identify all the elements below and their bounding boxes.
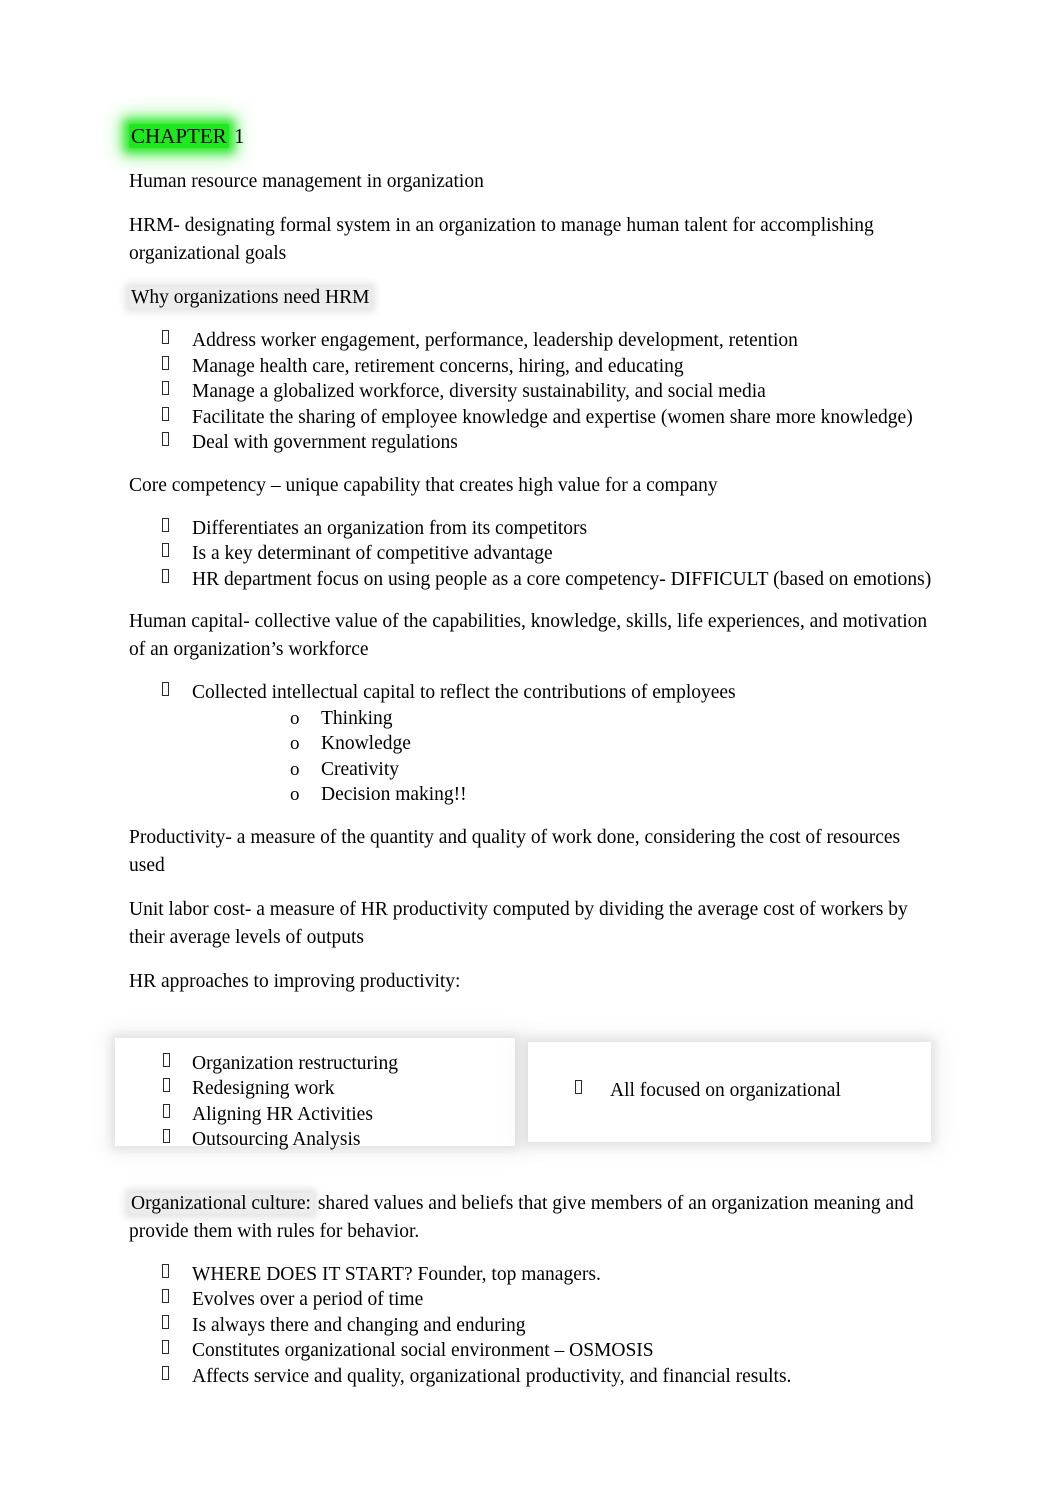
sub-list-item: o Creativity [192, 757, 939, 783]
list-item: Affects service and quality, organizatio… [129, 1364, 939, 1390]
square-bullet-icon [575, 1079, 582, 1094]
square-bullet-icon [163, 1078, 170, 1092]
hr-approaches-left-box: Organization restructuring Redesigning w… [115, 1037, 515, 1150]
document-page: CHAPTER 1 Human resource management in o… [0, 0, 1062, 1506]
square-bullet-icon [162, 406, 169, 421]
list-item-label: HR department focus on using people as a… [192, 568, 932, 590]
organizational-culture-list: WHERE DOES IT START? Founder, top manage… [129, 1262, 939, 1390]
list-item: Constitutes organizational social enviro… [129, 1338, 939, 1364]
list-item: Is a key determinant of competitive adva… [129, 541, 939, 567]
organizational-culture-definition: Organizational culture: shared values an… [129, 1190, 939, 1246]
hr-approaches-heading: HR approaches to improving productivity: [129, 970, 461, 992]
productivity-definition: Productivity- a measure of the quantity … [129, 826, 901, 876]
sub-list-item-label: Decision making!! [321, 784, 467, 805]
page-title: CHAPTER 1 [129, 122, 939, 150]
list-item: Manage health care, retirement concerns,… [129, 354, 939, 380]
list-item: Organization restructuring [115, 1051, 515, 1077]
sub-list-item-label: Creativity [321, 758, 399, 780]
human-capital-sublist: o Thinking o Knowledge o Creativity o De… [192, 706, 939, 808]
chapter-number: 1 [228, 124, 245, 148]
list-item-label: Is always there and changing and endurin… [192, 1314, 526, 1336]
list-item-label: Manage a globalized workforce, diversity… [192, 381, 766, 402]
list-item-label: Outsourcing Analysis [192, 1129, 361, 1150]
hr-approaches-left-list: Organization restructuring Redesigning w… [115, 1038, 515, 1153]
list-item-label: Is a key determinant of competitive adva… [192, 543, 553, 564]
unit-labor-cost-definition: Unit labor cost- a measure of HR product… [129, 898, 908, 948]
list-item-label: Deal with government regulations [192, 432, 458, 453]
square-bullet-icon [163, 1052, 170, 1067]
list-item: WHERE DOES IT START? Founder, top manage… [129, 1262, 939, 1288]
list-item: Redesigning work [115, 1076, 515, 1102]
hr-approaches-box-row: Organization restructuring Redesigning w… [115, 1037, 931, 1150]
list-item-label: Address worker engagement, performance, … [192, 330, 798, 351]
why-hrm-list: Address worker engagement, performance, … [129, 328, 939, 456]
core-competency-definition: Core competency – unique capability that… [129, 474, 718, 496]
list-item-label: Affects service and quality, organizatio… [192, 1365, 792, 1387]
list-item-label: Evolves over a period of time [192, 1289, 424, 1310]
list-item: Differentiates an organization from its … [129, 516, 939, 542]
square-bullet-icon [162, 1340, 169, 1354]
sub-list-item-label: Knowledge [321, 733, 411, 754]
list-item-label: Differentiates an organization from its … [192, 517, 588, 539]
circle-bullet-icon: o [290, 784, 300, 805]
chapter-title-highlight: CHAPTER [129, 124, 229, 148]
square-bullet-icon [162, 381, 169, 395]
list-item: HR department focus on using people as a… [129, 567, 939, 593]
square-bullet-icon [162, 1289, 169, 1303]
list-item-label: Organization restructuring [192, 1052, 398, 1074]
circle-bullet-icon: o [290, 707, 300, 729]
why-hrm-heading-highlight: Why organizations need HRM [129, 287, 372, 308]
sub-list-item: o Knowledge [192, 731, 939, 757]
document-body: CHAPTER 1 Human resource management in o… [115, 122, 939, 1405]
square-bullet-icon [162, 543, 169, 557]
square-bullet-icon [163, 1129, 170, 1143]
list-item-label: Manage health care, retirement concerns,… [192, 355, 684, 377]
square-bullet-icon [162, 568, 169, 583]
list-item-label: Collected intellectual capital to reflec… [192, 682, 736, 703]
why-hrm-heading: Why organizations need HRM [129, 284, 939, 312]
list-item: Evolves over a period of time [129, 1287, 939, 1313]
organizational-culture-label-highlight: Organizational culture: [129, 1192, 313, 1214]
square-bullet-icon [162, 432, 169, 446]
sub-list-item-label: Thinking [321, 707, 393, 729]
hr-approaches-right-box: All focused on organizational [528, 1041, 931, 1142]
square-bullet-icon [162, 682, 169, 696]
circle-bullet-icon: o [290, 733, 300, 754]
list-item: Manage a globalized workforce, diversity… [129, 379, 939, 405]
sub-list-item: o Decision making!! [192, 782, 939, 808]
square-bullet-icon [162, 1263, 169, 1278]
sub-list-item: o Thinking [192, 706, 939, 732]
core-competency-list: Differentiates an organization from its … [129, 516, 939, 593]
hrm-definition: HRM- designating formal system in an org… [129, 215, 874, 264]
list-item: Outsourcing Analysis [115, 1127, 515, 1153]
list-item: All focused on organizational [528, 1078, 931, 1104]
list-item: Is always there and changing and endurin… [129, 1313, 939, 1339]
circle-bullet-icon: o [290, 758, 300, 780]
list-item: Deal with government regulations [129, 430, 939, 456]
list-item-label: All focused on organizational [610, 1079, 841, 1101]
list-item: Collected intellectual capital to reflec… [129, 680, 939, 808]
list-item-label: Aligning HR Activities [192, 1103, 373, 1125]
subtitle-line: Human resource management in organizatio… [129, 171, 484, 192]
list-item-label: WHERE DOES IT START? Founder, top manage… [192, 1263, 601, 1285]
square-bullet-icon [162, 517, 169, 532]
square-bullet-icon [162, 1365, 169, 1380]
human-capital-list: Collected intellectual capital to reflec… [129, 680, 939, 808]
list-item-label: Constitutes organizational social enviro… [192, 1340, 654, 1361]
list-item: Address worker engagement, performance, … [129, 328, 939, 354]
square-bullet-icon [162, 330, 169, 344]
list-item-label: Facilitate the sharing of employee knowl… [192, 406, 913, 428]
list-item: Aligning HR Activities [115, 1102, 515, 1128]
list-item-label: Redesigning work [192, 1078, 335, 1099]
list-item: Facilitate the sharing of employee knowl… [129, 405, 939, 431]
square-bullet-icon [163, 1103, 170, 1118]
square-bullet-icon [162, 1314, 169, 1329]
square-bullet-icon [162, 355, 169, 370]
human-capital-definition: Human capital- collective value of the c… [129, 611, 928, 660]
hr-approaches-right-list: All focused on organizational [528, 1042, 931, 1104]
